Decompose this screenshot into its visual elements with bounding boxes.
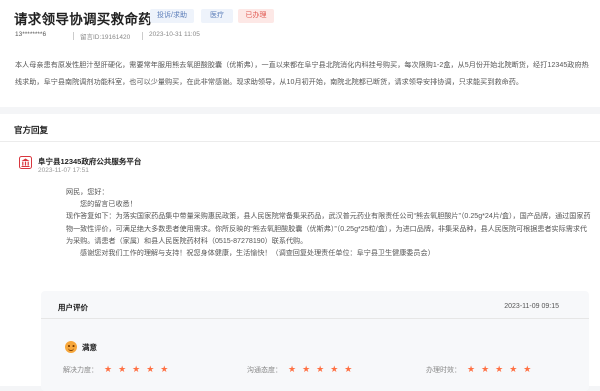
question-body: 本人母亲患有原发性胆汁型肝硬化，需要常年服用熊去氧胆酸胶囊（优斯弗），一直以来都… [15,61,589,86]
divider [0,141,600,142]
evaluation-heading: 用户评价 [58,303,88,312]
question-title: 请求领导协调买救命药 [14,12,152,27]
reply-answer: 现作答复如下：为落实国家药品集中带量采购惠民政策，县人民医院常备集采药品，武汉普… [66,212,591,245]
question-card: 请求领导协调买救命药 投诉/求助 医疗 已办理 13********6 留言ID… [0,0,600,107]
evaluation-date: 2023-11-09 09:15 [504,303,559,310]
rating-stars-communication: ★★★★★ [288,364,359,374]
field-tag: 医疗 [201,9,233,23]
reply-org-name: 阜宁县12345政府公共服务平台 [38,157,142,166]
divider [41,318,589,319]
reply-time: 2023-11-07 17:51 [38,167,89,174]
rating-stars-timeliness: ★★★★★ [467,364,538,374]
rating-label-timeliness: 办理时效： [426,367,461,374]
user-evaluation-panel: 用户评价 2023-11-09 09:15 满意 解决力度： ★★★★★ 沟通态… [41,291,589,391]
status-badge: 已办理 [238,9,274,23]
question-time: 2023-10-31 11:05 [149,31,200,38]
reply-closing: 感谢您对我们工作的理解与支持！祝您身体健康，生活愉快！（调查回复处理责任单位：阜… [80,249,435,258]
meta-divider [142,32,143,40]
official-reply-card: 官方回复 阜宁县12345政府公共服务平台 2023-11-07 17:51 网… [0,114,600,391]
reply-body: 网民，您好： 您的留言已收悉！ 现作答复如下：为落实国家药品集中带量采购惠民政策… [66,186,594,259]
rating-label-communication: 沟通态度： [247,367,282,374]
category-tag: 投诉/求助 [150,9,194,23]
satisfaction-label: 满意 [82,343,97,352]
reply-received: 您的留言已收悉！ [80,200,137,209]
user-phone: 13********6 [15,31,47,38]
rating-stars-resolution: ★★★★★ [104,364,175,374]
reply-greeting: 网民，您好： [66,188,109,196]
message-id: 留言ID:19161420 [80,34,131,41]
meta-divider [73,32,74,40]
reply-heading: 官方回复 [14,125,49,135]
government-building-icon [19,156,32,169]
rating-label-resolution: 解决力度： [63,367,98,374]
smiley-face-icon [65,341,77,353]
